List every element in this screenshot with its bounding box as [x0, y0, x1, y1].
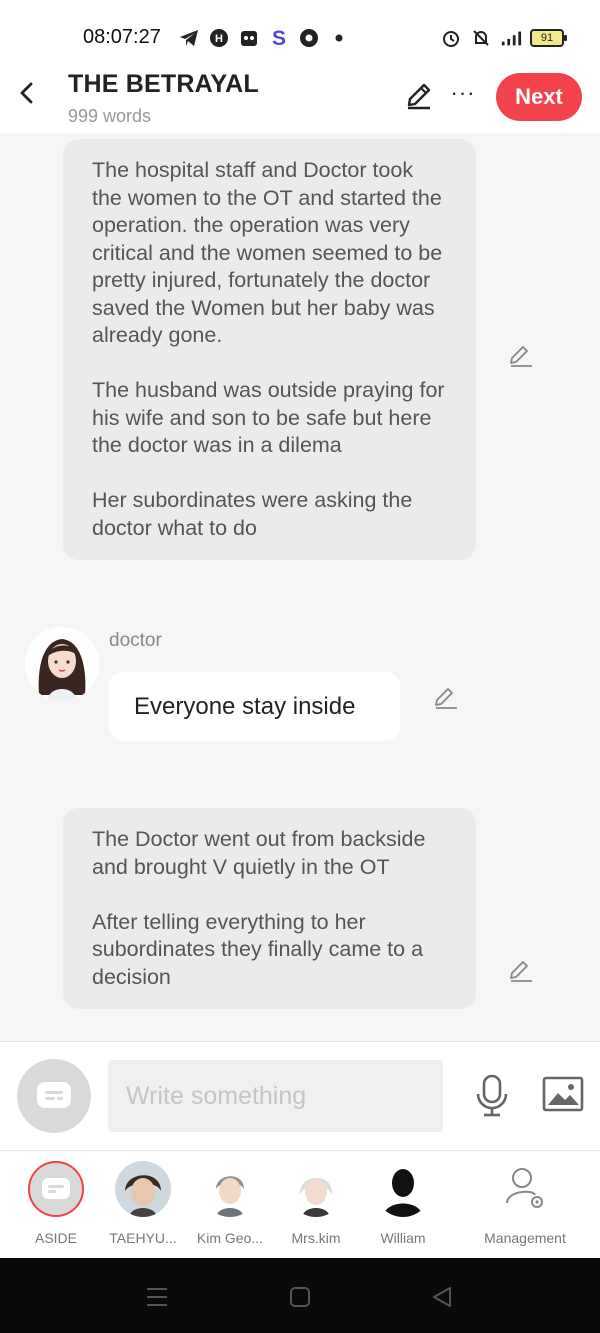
- character-selector: ASIDE TAEHYU... Kim Geo... Mrs.kim Willi…: [0, 1150, 600, 1258]
- character-message-bubble[interactable]: Everyone stay inside: [109, 672, 400, 741]
- aside-mode-button[interactable]: [17, 1059, 91, 1133]
- app-icon: H: [208, 27, 230, 49]
- image-icon[interactable]: [542, 1076, 584, 1112]
- taehyung-avatar: [115, 1161, 171, 1217]
- aside-message-bubble[interactable]: The Doctor went out from backside and br…: [63, 808, 476, 1009]
- character-label: William: [380, 1230, 426, 1246]
- chrome-icon: [298, 27, 320, 49]
- message-input[interactable]: [108, 1060, 443, 1132]
- back-nav-icon[interactable]: [430, 1284, 456, 1310]
- more-options-icon[interactable]: ···: [448, 80, 478, 105]
- kim-geo-avatar: [202, 1161, 258, 1217]
- edit-title-icon[interactable]: [404, 81, 434, 111]
- character-kim-geo[interactable]: Kim Geo...: [182, 1161, 278, 1246]
- aside-paragraph: The Doctor went out from backside and br…: [92, 827, 426, 879]
- battery-icon: 91: [530, 29, 567, 47]
- svg-text:H: H: [215, 33, 223, 45]
- mrs-kim-avatar: [288, 1161, 344, 1217]
- header: THE BETRAYAL 999 words ··· Next: [0, 70, 600, 133]
- status-icons-right: 91: [440, 26, 567, 50]
- mute-bell-icon: [470, 27, 492, 49]
- character-william[interactable]: William: [355, 1161, 451, 1246]
- composer-bar: [0, 1041, 600, 1150]
- status-time: 08:07:27: [83, 26, 161, 48]
- character-label: Management: [484, 1230, 566, 1246]
- telegram-icon: [178, 27, 200, 49]
- dot-icon: [328, 27, 350, 49]
- story-content[interactable]: The hospital staff and Doctor took the w…: [0, 133, 600, 1041]
- doctor-avatar[interactable]: [25, 627, 99, 701]
- character-label: Kim Geo...: [196, 1230, 264, 1246]
- character-label: ASIDE: [34, 1230, 77, 1246]
- status-icons-left: H S: [178, 26, 350, 50]
- character-aside[interactable]: ASIDE: [8, 1161, 104, 1246]
- microphone-icon[interactable]: [474, 1074, 510, 1118]
- edit-message-icon[interactable]: [508, 958, 534, 984]
- character-label: TAEHYU...: [109, 1230, 177, 1246]
- signal-icon: [500, 27, 522, 49]
- s-app-icon: S: [268, 27, 290, 49]
- menu-icon[interactable]: [145, 1284, 171, 1310]
- character-label: Mrs.kim: [291, 1230, 341, 1246]
- back-icon[interactable]: [14, 78, 40, 108]
- aside-paragraph: The hospital staff and Doctor took the w…: [92, 158, 443, 347]
- game-icon: [238, 27, 260, 49]
- character-mrs-kim[interactable]: Mrs.kim: [268, 1161, 364, 1246]
- character-name: doctor: [109, 630, 162, 651]
- svg-text:S: S: [272, 27, 286, 49]
- aside-paragraph: The husband was outside praying for his …: [92, 378, 445, 457]
- aside-message-bubble[interactable]: The hospital staff and Doctor took the w…: [63, 139, 476, 560]
- edit-message-icon[interactable]: [433, 685, 459, 711]
- status-bar: 08:07:27 H S 91: [0, 0, 600, 70]
- aside-paragraph: Her subordinates were asking the doctor …: [92, 488, 413, 540]
- next-button[interactable]: Next: [496, 73, 582, 121]
- character-management[interactable]: Management: [476, 1161, 574, 1246]
- word-count: 999 words: [68, 106, 152, 126]
- character-taehyung[interactable]: TAEHYU...: [95, 1161, 191, 1246]
- user-settings-icon: [497, 1161, 553, 1217]
- story-title: THE BETRAYAL: [68, 70, 259, 98]
- aside-avatar: [28, 1161, 84, 1217]
- aside-paragraph: After telling everything to her subordin…: [92, 909, 424, 989]
- alarm-icon: [440, 27, 462, 49]
- chat-bubble-icon: [42, 1178, 70, 1199]
- william-avatar: [375, 1161, 431, 1217]
- chat-bubble-icon: [37, 1082, 71, 1108]
- edit-message-icon[interactable]: [508, 343, 534, 369]
- home-icon[interactable]: [288, 1284, 314, 1310]
- system-navigation-bar: [0, 1258, 600, 1333]
